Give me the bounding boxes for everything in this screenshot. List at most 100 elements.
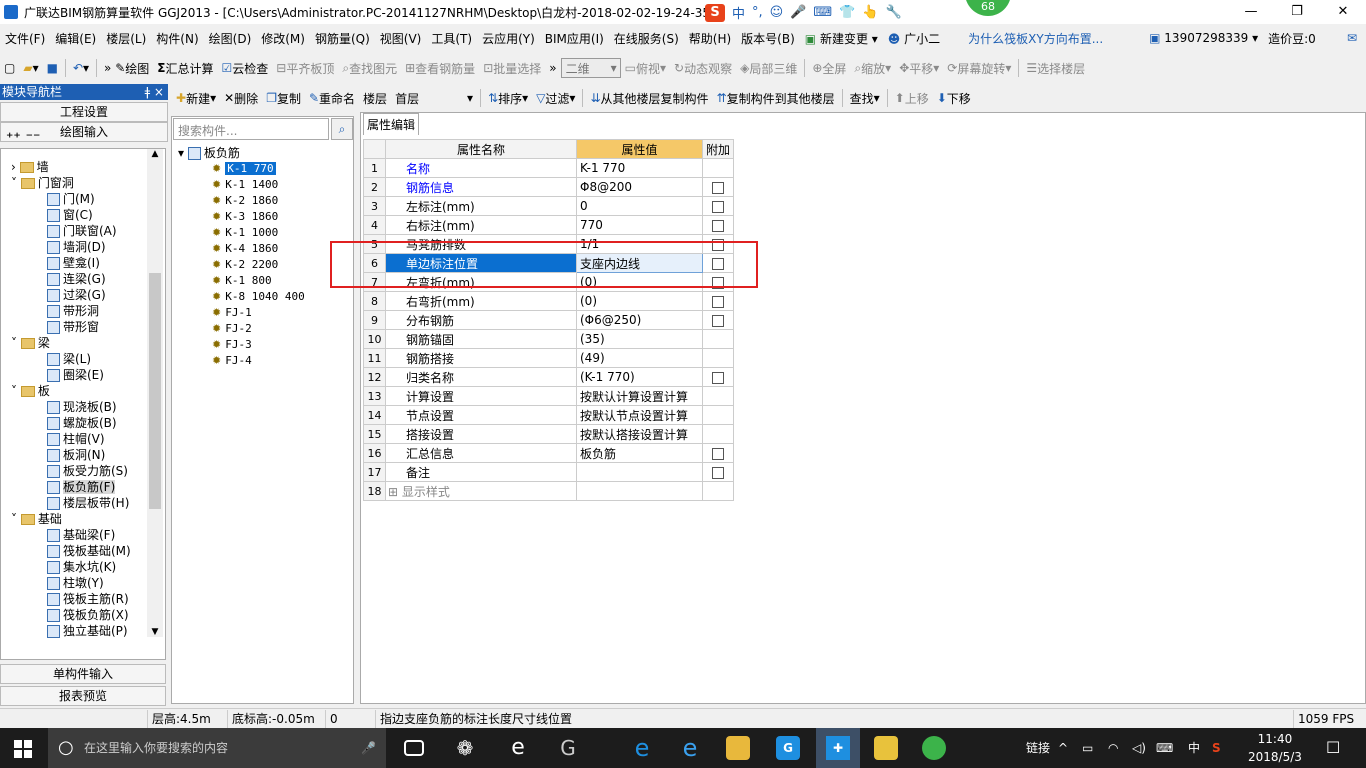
sum-calc-button[interactable]: Σ 汇总计算	[153, 60, 217, 77]
file-explorer-icon[interactable]	[726, 736, 750, 760]
task-view-icon[interactable]	[404, 740, 424, 756]
sogou-logo-icon[interactable]: S	[705, 3, 725, 22]
view-mode-select[interactable]: 二维 ▾	[560, 58, 621, 78]
property-value[interactable]: (49)	[576, 348, 703, 368]
property-value[interactable]: 按默认搭接设置计算	[576, 424, 703, 444]
copy-from-floor-button[interactable]: ⇊ 从其他楼层复制构件	[586, 90, 712, 107]
zoom-button[interactable]: ⌕ 缩放 ▾	[850, 60, 895, 77]
find-element-button[interactable]: ⌕ 查找图元	[338, 60, 401, 77]
extra-checkbox[interactable]	[712, 447, 724, 460]
component-item[interactable]: ✹ K-1 1400	[212, 177, 278, 193]
property-row[interactable]: 8 右弯折(mm) (0)	[363, 291, 735, 311]
filter-button[interactable]: ▽ 过滤 ▾	[532, 90, 579, 107]
cost-beans[interactable]: 造价豆:0	[1263, 30, 1321, 47]
tray-volume-icon[interactable]: ◁)	[1132, 728, 1146, 768]
expand-icon[interactable]: ˅	[11, 176, 21, 190]
property-value[interactable]: 按默认节点设置计算	[576, 405, 703, 425]
expand-icon[interactable]: ˅	[11, 384, 21, 398]
top-view-button[interactable]: ▭ 俯视 ▾	[621, 60, 670, 77]
menu-edit[interactable]: 编辑(E)	[50, 30, 101, 47]
nav-item[interactable]: 柱帽(V)	[47, 431, 105, 447]
ime-punct-icon[interactable]: °,	[752, 5, 763, 20]
property-row[interactable]: 18 ⊞ 显示样式	[363, 481, 735, 501]
component-item[interactable]: ✹ K-4 1860	[212, 241, 278, 257]
select-floor-button[interactable]: ☰ 选择楼层	[1022, 60, 1089, 77]
rename-button[interactable]: ✎ 重命名	[305, 90, 359, 107]
save-icon[interactable]: ■	[43, 61, 62, 75]
property-extra[interactable]	[701, 367, 735, 387]
property-value[interactable]: (0)	[576, 291, 703, 311]
windows-start-icon[interactable]	[14, 740, 32, 758]
close-button[interactable]: ✕	[1320, 0, 1366, 24]
menu-assistant[interactable]: ☻ 广小二	[883, 30, 945, 47]
new-file-icon[interactable]: ▢	[0, 61, 19, 75]
property-extra[interactable]	[701, 291, 735, 311]
delete-button[interactable]: ✕ 删除	[220, 90, 262, 107]
property-value[interactable]: (K-1 770)	[576, 367, 703, 387]
property-extra[interactable]	[701, 462, 735, 482]
property-extra[interactable]	[701, 443, 735, 463]
ime-keyboard-icon[interactable]: ⌨	[813, 5, 832, 20]
pan-button[interactable]: ✥ 平移 ▾	[895, 60, 943, 77]
full-screen-button[interactable]: ⊕ 全屏	[808, 60, 850, 77]
property-row[interactable]: 9 分布钢筋 (Φ6@250)	[363, 310, 735, 330]
menu-view[interactable]: 视图(V)	[375, 30, 427, 47]
security-app-icon[interactable]	[922, 736, 946, 760]
mail-icon[interactable]: ✉	[1342, 31, 1362, 45]
project-settings-button[interactable]: 工程设置	[0, 102, 168, 122]
nav-item[interactable]: 现浇板(B)	[47, 399, 117, 415]
notes-app-icon[interactable]	[874, 736, 898, 760]
nav-item[interactable]: 过梁(G)	[47, 287, 106, 303]
expand-all-icon[interactable]: ⁺⁺ ⁻⁻	[6, 130, 40, 146]
move-down-button[interactable]: ⬇ 下移	[933, 90, 975, 107]
new-component-button[interactable]: ✚ 新建 ▾	[172, 90, 220, 107]
nav-item[interactable]: 筏板负筋(X)	[47, 607, 129, 623]
menu-version[interactable]: 版本号(B)	[736, 30, 800, 47]
ime-emoji-icon[interactable]: ☺	[770, 5, 784, 20]
menu-cloud[interactable]: 云应用(Y)	[477, 30, 540, 47]
nav-item[interactable]: 基础梁(F)	[47, 527, 115, 543]
component-item[interactable]: ✹ FJ-1	[212, 305, 252, 321]
component-item[interactable]: ✹ FJ-4	[212, 353, 252, 369]
nav-item[interactable]: 板负筋(F)	[47, 479, 116, 495]
component-item[interactable]: ✹ FJ-3	[212, 337, 252, 353]
taskbar-search-input[interactable]: ○ 在这里输入你要搜索的内容 🎤	[48, 728, 386, 768]
property-row[interactable]: 4 右标注(mm) 770	[363, 215, 735, 235]
expand-plus-icon[interactable]: ⊞	[388, 485, 402, 499]
nav-item[interactable]: 板受力筋(S)	[47, 463, 128, 479]
property-row[interactable]: 17 备注	[363, 462, 735, 482]
nav-item[interactable]: 梁(L)	[47, 351, 91, 367]
menu-component[interactable]: 构件(N)	[151, 30, 203, 47]
property-value[interactable]	[576, 481, 703, 501]
nav-scrollbar[interactable]: ▲ ▼	[147, 149, 163, 637]
expand-icon[interactable]: ˅	[11, 512, 21, 526]
property-row[interactable]: 15 搭接设置 按默认搭接设置计算	[363, 424, 735, 444]
tray-sogou-icon[interactable]: S	[1212, 728, 1221, 768]
notification-icon[interactable]: ☐	[1326, 728, 1340, 768]
nav-item[interactable]: 窗(C)	[47, 207, 93, 223]
glodon-app-icon[interactable]: G	[556, 736, 580, 760]
scroll-up-icon[interactable]: ▲	[147, 149, 163, 159]
component-item[interactable]: ✹ K-3 1860	[212, 209, 278, 225]
tray-wifi-icon[interactable]: ◠	[1108, 728, 1118, 768]
property-value[interactable]: Φ8@200	[576, 177, 703, 197]
extra-checkbox[interactable]	[712, 466, 724, 479]
property-row[interactable]: 2 钢筋信息 Φ8@200	[363, 177, 735, 197]
extra-checkbox[interactable]	[712, 314, 724, 327]
property-row[interactable]: 13 计算设置 按默认计算设置计算	[363, 386, 735, 406]
nav-item[interactable]: 柱墩(Y)	[47, 575, 104, 591]
menu-draw[interactable]: 绘图(D)	[204, 30, 257, 47]
property-extra[interactable]	[701, 310, 735, 330]
nav-folder[interactable]: ˅ 门窗洞	[11, 175, 74, 191]
menu-tools[interactable]: 工具(T)	[426, 30, 477, 47]
tab-property-edit[interactable]: 属性编辑	[363, 113, 419, 135]
nav-item[interactable]: 集水坑(K)	[47, 559, 116, 575]
component-item[interactable]: ✹ K-8 1040 400	[212, 289, 305, 305]
nav-item[interactable]: 筏板主筋(R)	[47, 591, 129, 607]
local-3d-button[interactable]: ◈ 局部三维	[736, 60, 801, 77]
menu-file[interactable]: 文件(F)	[0, 30, 50, 47]
extra-checkbox[interactable]	[712, 219, 724, 232]
nav-item[interactable]: 圈梁(E)	[47, 367, 104, 383]
copy-to-floor-button[interactable]: ⇈ 复制构件到其他楼层	[713, 90, 839, 107]
menu-help[interactable]: 帮助(H)	[684, 30, 736, 47]
